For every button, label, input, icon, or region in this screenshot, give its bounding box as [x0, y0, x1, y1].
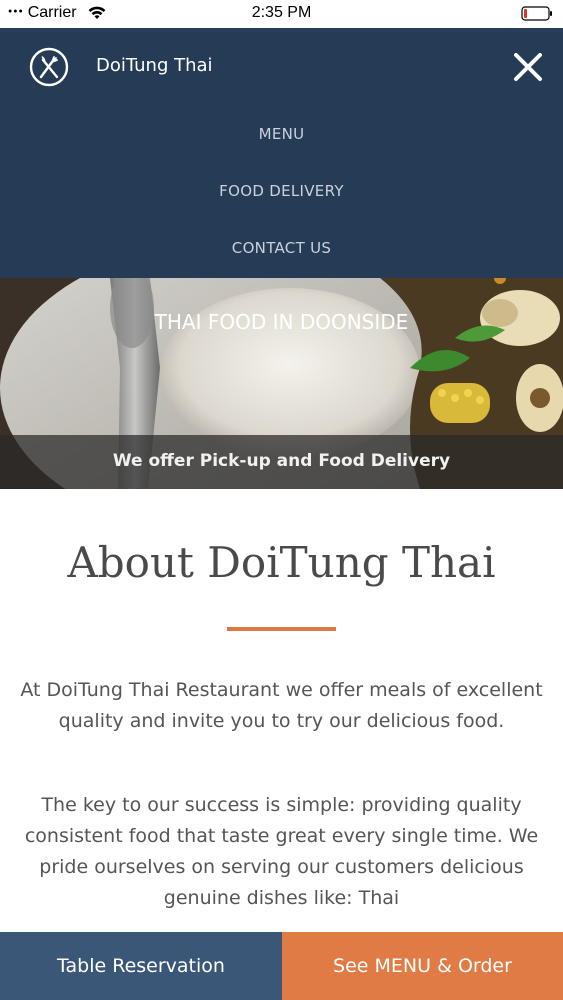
close-icon[interactable] — [511, 50, 545, 84]
about-paragraph-1: At DoiTung Thai Restaurant we offer meal… — [20, 679, 543, 732]
about-title: About DoiTung Thai — [67, 538, 496, 587]
nav-item-menu[interactable]: MENU — [0, 125, 563, 143]
about-paragraph-2: The key to our success is simple: provid… — [24, 794, 539, 909]
nav-item-contact-us[interactable]: CONTACT US — [0, 239, 563, 257]
battery-icon — [521, 6, 552, 21]
hero-subtitle: We offer Pick-up and Food Delivery — [112, 451, 451, 471]
status-bar: ●●● Carrier 2:35 PM — [0, 0, 563, 28]
nav-panel: DoiTung Thai MENU FOOD DELIVERY CONTACT … — [0, 28, 563, 278]
fork-knife-icon[interactable] — [29, 47, 69, 87]
hero-banner: THAI FOOD IN DOONSIDE We offer Pick-up a… — [0, 278, 563, 489]
hero-subtitle-strip: We offer Pick-up and Food Delivery — [0, 435, 563, 489]
brand-name[interactable]: DoiTung Thai — [96, 55, 213, 76]
nav-item-food-delivery[interactable]: FOOD DELIVERY — [0, 182, 563, 200]
about-divider — [227, 627, 336, 631]
status-time: 2:35 PM — [251, 4, 312, 21]
hero-title: THAI FOOD IN DOONSIDE — [154, 310, 409, 334]
see-menu-order-button[interactable]: See MENU & Order — [282, 932, 563, 1000]
bottom-action-bar: Table Reservation See MENU & Order — [0, 932, 563, 1000]
table-reservation-button[interactable]: Table Reservation — [0, 932, 282, 1000]
